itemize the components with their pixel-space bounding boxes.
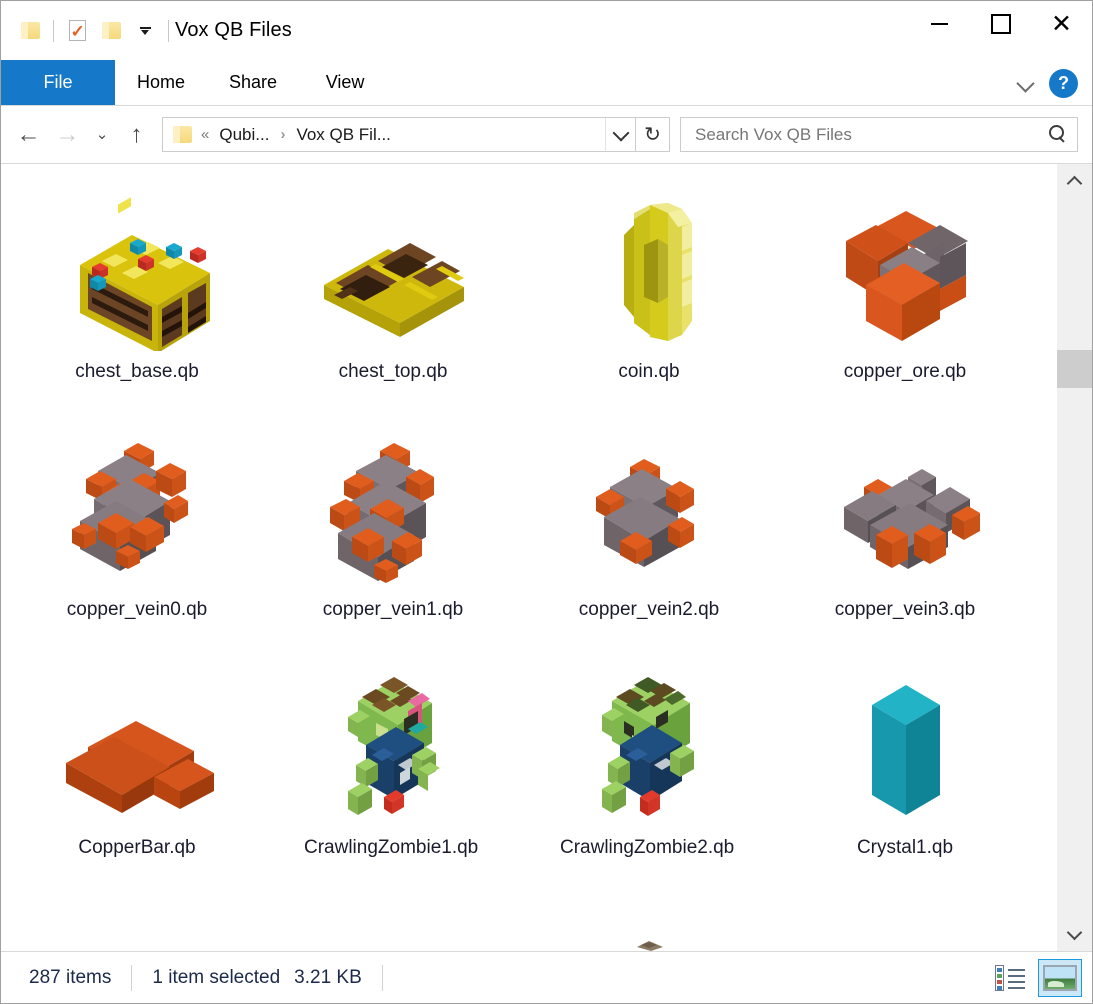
voxel-coin-icon — [564, 186, 734, 356]
tab-view[interactable]: View — [299, 60, 391, 105]
file-name[interactable]: CopperBar.qb — [42, 832, 232, 863]
file-name[interactable]: copper_vein2.qb — [554, 594, 744, 625]
file-name[interactable]: chest_base.qb — [42, 356, 232, 387]
window-title: Vox QB Files — [175, 19, 292, 41]
file-name[interactable]: copper_vein0.qb — [42, 594, 232, 625]
file-name[interactable]: coin.qb — [554, 356, 744, 387]
large-icons-view-icon — [1043, 964, 1077, 991]
breadcrumb-separator-icon: › — [280, 126, 286, 143]
new-folder-icon[interactable] — [94, 14, 128, 48]
item-count-label: 287 items — [29, 966, 112, 988]
details-view-button[interactable] — [988, 959, 1032, 997]
file-explorer-window: ✓ Vox QB Files ✕ File Home Share View ? — [0, 0, 1093, 1004]
details-view-icon — [995, 964, 1025, 991]
sliver-cell — [9, 925, 265, 951]
tab-file[interactable]: File — [1, 60, 115, 105]
search-icon[interactable] — [1048, 125, 1067, 144]
voxel-copper-bar-icon — [52, 662, 222, 832]
file-item[interactable]: chest_base.qb — [9, 182, 265, 420]
file-name[interactable]: copper_ore.qb — [810, 356, 1000, 387]
file-name[interactable]: Crystal1.qb — [810, 832, 1000, 863]
file-list-pane[interactable]: chest_base.qb chest_top.qb coin.qb coppe… — [1, 164, 1056, 951]
file-name[interactable]: chest_top.qb — [298, 356, 488, 387]
up-button[interactable]: ↑ — [117, 115, 156, 154]
selection-size-label: 3.21 KB — [294, 966, 362, 988]
scroll-up-chevron-icon[interactable] — [1057, 164, 1092, 198]
sliver-cell — [265, 925, 521, 951]
maximize-button[interactable] — [970, 1, 1031, 47]
status-bar: 287 items 1 item selected 3.21 KB — [1, 951, 1092, 1003]
partial-voxel-icon — [637, 941, 663, 951]
divider — [168, 19, 169, 42]
forward-button: → — [55, 120, 80, 148]
breadcrumb-item-1[interactable]: Vox QB Fil... — [294, 125, 392, 145]
address-bar[interactable]: « Qubi... › Vox QB Fil... — [162, 117, 636, 152]
file-item[interactable]: copper_vein2.qb — [521, 420, 777, 658]
voxel-copper-vein2-icon — [564, 424, 734, 594]
file-item[interactable]: chest_top.qb — [265, 182, 521, 420]
file-item[interactable]: copper_vein0.qb — [9, 420, 265, 658]
back-button[interactable]: ← — [9, 115, 48, 154]
help-icon[interactable]: ? — [1049, 68, 1078, 98]
recent-locations-chevron-down-icon[interactable]: ⌄ — [87, 115, 117, 154]
breadcrumb-overflow-icon[interactable]: « — [199, 126, 217, 143]
divider — [53, 19, 54, 42]
voxel-copper-vein1-icon — [308, 424, 478, 594]
address-toolbar: ← → ⌄ ↑ « Qubi... › Vox QB Fil... ↻ Sear… — [1, 106, 1092, 163]
sliver-cell — [777, 925, 1033, 951]
file-item[interactable]: copper_vein1.qb — [265, 420, 521, 658]
expand-ribbon-chevron-down-icon[interactable] — [1015, 72, 1037, 94]
breadcrumb-item-0[interactable]: Qubi... — [217, 125, 271, 145]
file-name[interactable]: CrawlingZombie1.qb — [298, 832, 488, 863]
view-toggle-group — [988, 958, 1082, 997]
file-item[interactable]: CrawlingZombie2.qb — [521, 658, 777, 896]
sliver-cell — [521, 925, 777, 951]
file-name[interactable]: copper_vein3.qb — [810, 594, 1000, 625]
voxel-zombie-2-icon — [564, 662, 734, 832]
title-bar: ✓ Vox QB Files ✕ — [1, 1, 1092, 60]
window-controls: ✕ — [909, 1, 1092, 47]
tab-home[interactable]: Home — [115, 60, 207, 105]
file-name[interactable]: copper_vein1.qb — [298, 594, 488, 625]
voxel-crystal-icon — [820, 662, 990, 832]
file-item[interactable]: coin.qb — [521, 182, 777, 420]
scrollbar-thumb[interactable] — [1057, 350, 1092, 388]
quick-access-toolbar: ✓ — [1, 14, 175, 48]
scroll-down-chevron-icon[interactable] — [1057, 917, 1092, 951]
file-name[interactable]: CrawlingZombie2.qb — [554, 832, 744, 863]
file-item[interactable]: copper_vein3.qb — [777, 420, 1033, 658]
voxel-chest-top-icon — [308, 186, 478, 356]
voxel-copper-ore-icon — [820, 186, 990, 356]
minimize-button[interactable] — [909, 1, 970, 47]
voxel-copper-vein3-icon — [820, 424, 990, 594]
selection-label: 1 item selected — [152, 966, 281, 988]
divider — [381, 964, 383, 991]
tab-share[interactable]: Share — [207, 60, 299, 105]
breadcrumb: « Qubi... › Vox QB Fil... — [199, 125, 605, 145]
search-box[interactable]: Search Vox QB Files — [680, 117, 1078, 152]
file-item[interactable]: CrawlingZombie1.qb — [265, 658, 521, 896]
ribbon-tab-bar: File Home Share View ? — [1, 60, 1092, 106]
file-item[interactable]: CopperBar.qb — [9, 658, 265, 896]
voxel-copper-vein0-icon — [52, 424, 222, 594]
ribbon-right-controls: ? — [1015, 60, 1084, 106]
address-dropdown-chevron-down-icon[interactable] — [605, 118, 635, 151]
divider — [131, 964, 133, 991]
voxel-chest-base-icon — [52, 186, 222, 356]
file-item[interactable]: copper_ore.qb — [777, 182, 1033, 420]
voxel-zombie-1-icon — [308, 662, 478, 832]
large-icons-view-button[interactable] — [1038, 958, 1082, 997]
close-icon[interactable]: ✕ — [1031, 1, 1092, 47]
partial-next-row — [1, 925, 1056, 951]
address-folder-icon — [163, 126, 199, 143]
refresh-icon[interactable]: ↻ — [636, 117, 670, 152]
customize-quick-access-caret-icon[interactable] — [128, 14, 162, 48]
file-item[interactable]: Crystal1.qb — [777, 658, 1033, 896]
vertical-scrollbar[interactable] — [1056, 164, 1092, 951]
folder-icon[interactable] — [13, 14, 47, 48]
search-input[interactable]: Search Vox QB Files — [695, 125, 1048, 145]
file-grid: chest_base.qb chest_top.qb coin.qb coppe… — [1, 182, 1056, 896]
content-area: chest_base.qb chest_top.qb coin.qb coppe… — [1, 163, 1092, 951]
properties-icon[interactable]: ✓ — [60, 14, 94, 48]
